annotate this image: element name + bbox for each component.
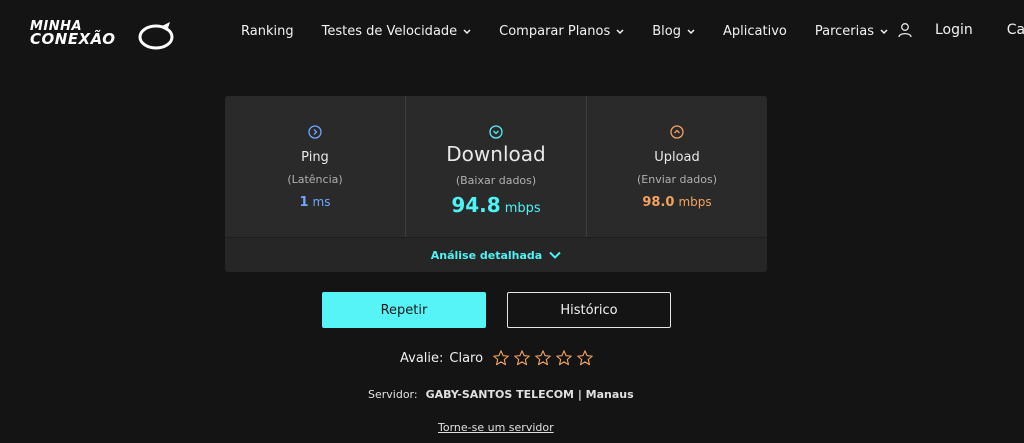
chevron-down-icon xyxy=(687,28,695,34)
upload-subtitle: (Enviar dados) xyxy=(637,173,717,186)
chevron-up-circle-icon xyxy=(670,125,684,139)
rating-provider: Claro xyxy=(449,350,484,366)
nav-blog-label: Blog xyxy=(652,24,681,39)
download-result: Download (Baixar dados) 94.8 mbps xyxy=(405,96,586,237)
nav-partners-label: Parcerias xyxy=(814,24,874,39)
detailed-analysis-toggle[interactable]: Análise detalhada xyxy=(225,237,767,272)
star-icon[interactable] xyxy=(492,349,510,367)
nav-partners[interactable]: Parcerias xyxy=(815,24,888,39)
ping-title: Ping xyxy=(301,150,329,165)
upload-title: Upload xyxy=(654,150,700,165)
nav-speed-tests-label: Testes de Velocidade xyxy=(321,24,458,39)
rating-stars xyxy=(492,349,597,367)
detailed-analysis-label: Análise detalhada xyxy=(430,248,543,262)
star-icon[interactable] xyxy=(576,349,594,367)
server-label: Servidor: xyxy=(368,388,418,401)
ping-unit: ms xyxy=(312,195,331,209)
download-subtitle: (Baixar dados) xyxy=(455,174,537,187)
nav-app-label: Aplicativo xyxy=(723,24,787,39)
upload-result: Upload (Enviar dados) 98.0 mbps xyxy=(586,96,767,237)
speed-results-card: Ping (Latência) 1 ms Download (Baixar dad… xyxy=(225,96,767,272)
ping-subtitle: (Latência) xyxy=(287,173,343,186)
nav-speed-tests[interactable]: Testes de Velocidade xyxy=(322,24,472,39)
site-logo[interactable]: MINHA CONEXÃO xyxy=(30,18,180,52)
user-icon[interactable] xyxy=(897,22,913,38)
upload-value: 98.0 mbps xyxy=(587,195,767,210)
chevron-down-icon xyxy=(880,28,888,34)
logo-swoosh-icon xyxy=(138,22,174,50)
download-value: 94.8 mbps xyxy=(406,193,586,217)
nav-blog[interactable]: Blog xyxy=(652,24,695,39)
history-button[interactable]: Histórico xyxy=(507,292,671,328)
download-unit: mbps xyxy=(504,201,541,216)
rating-label: Avalie: xyxy=(400,350,444,366)
ping-result: Ping (Latência) 1 ms xyxy=(225,96,405,237)
become-server-link[interactable]: Torne-se um servidor xyxy=(438,421,554,434)
nav-compare-plans-label: Comparar Planos xyxy=(499,24,611,39)
chevron-down-icon xyxy=(616,28,624,34)
nav-compare-plans[interactable]: Comparar Planos xyxy=(499,24,624,39)
star-icon[interactable] xyxy=(555,349,573,367)
account-nav: Login Cad xyxy=(897,22,1024,38)
download-number: 94.8 xyxy=(451,193,501,217)
chevron-down-icon xyxy=(463,28,471,34)
download-title: Download xyxy=(446,142,546,166)
star-icon[interactable] xyxy=(534,349,552,367)
nav-app[interactable]: Aplicativo xyxy=(723,24,787,39)
top-navbar: MINHA CONEXÃO Ranking Testes de Velocida… xyxy=(0,0,1024,68)
server-info: Servidor: GABY-SANTOS TELECOM | Manaus xyxy=(368,388,634,401)
chevron-right-circle-icon xyxy=(308,125,322,139)
main-menu: Ranking Testes de Velocidade Comparar Pl… xyxy=(241,24,916,39)
repeat-button[interactable]: Repetir xyxy=(322,292,486,328)
signup-link[interactable]: Cad xyxy=(1007,22,1024,38)
star-icon[interactable] xyxy=(513,349,531,367)
upload-number: 98.0 xyxy=(642,195,675,210)
nav-ranking-label: Ranking xyxy=(241,24,294,39)
login-link[interactable]: Login xyxy=(935,22,973,38)
nav-ranking[interactable]: Ranking xyxy=(241,24,294,39)
logo-line-2: CONEXÃO xyxy=(30,30,116,48)
server-name: GABY-SANTOS TELECOM | Manaus xyxy=(425,388,634,401)
ping-number: 1 xyxy=(299,195,309,210)
upload-unit: mbps xyxy=(678,195,712,209)
provider-rating: Avalie: Claro xyxy=(400,349,597,367)
chevron-down-circle-icon xyxy=(489,125,503,139)
chevron-down-icon xyxy=(549,251,561,259)
ping-value: 1 ms xyxy=(225,195,405,210)
